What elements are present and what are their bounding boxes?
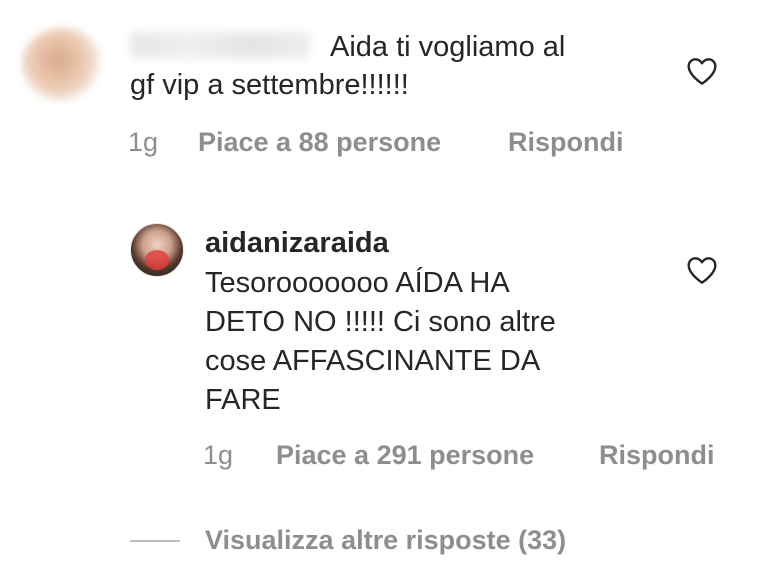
like-reply-heart-icon[interactable] (686, 255, 718, 285)
comment-text-line-1: Aida ti vogliamo al (330, 31, 566, 63)
reply-username[interactable]: aidanizaraida (205, 226, 389, 260)
view-more-replies-button[interactable]: Visualizza altre risposte (33) (205, 523, 566, 557)
commenter-username-blurred[interactable] (130, 32, 310, 58)
reply-text-line-4: FARE (205, 384, 281, 416)
reply-text-line-2: DETO NO !!!!! Ci sono altre (205, 306, 556, 338)
comment-timestamp: 1g (128, 127, 159, 157)
reply-text-line-1: Tesorooooooo AÍDA HA (205, 267, 510, 299)
view-more-divider (130, 540, 180, 542)
comment-reply-button[interactable]: Rispondi (508, 126, 624, 158)
comment-text-line-2: gf vip a settembre!!!!!! (130, 69, 409, 101)
reply-reply-button[interactable]: Rispondi (599, 439, 715, 471)
like-comment-heart-icon[interactable] (686, 56, 718, 86)
reply-avatar[interactable] (130, 223, 184, 277)
reply-text-line-3: cose AFFASCINANTE DA (205, 345, 541, 377)
reply-likes-count[interactable]: Piace a 291 persone (276, 439, 534, 471)
comment-likes-count[interactable]: Piace a 88 persone (198, 126, 441, 158)
commenter-avatar[interactable] (22, 28, 102, 100)
reply-timestamp: 1g (203, 440, 234, 470)
